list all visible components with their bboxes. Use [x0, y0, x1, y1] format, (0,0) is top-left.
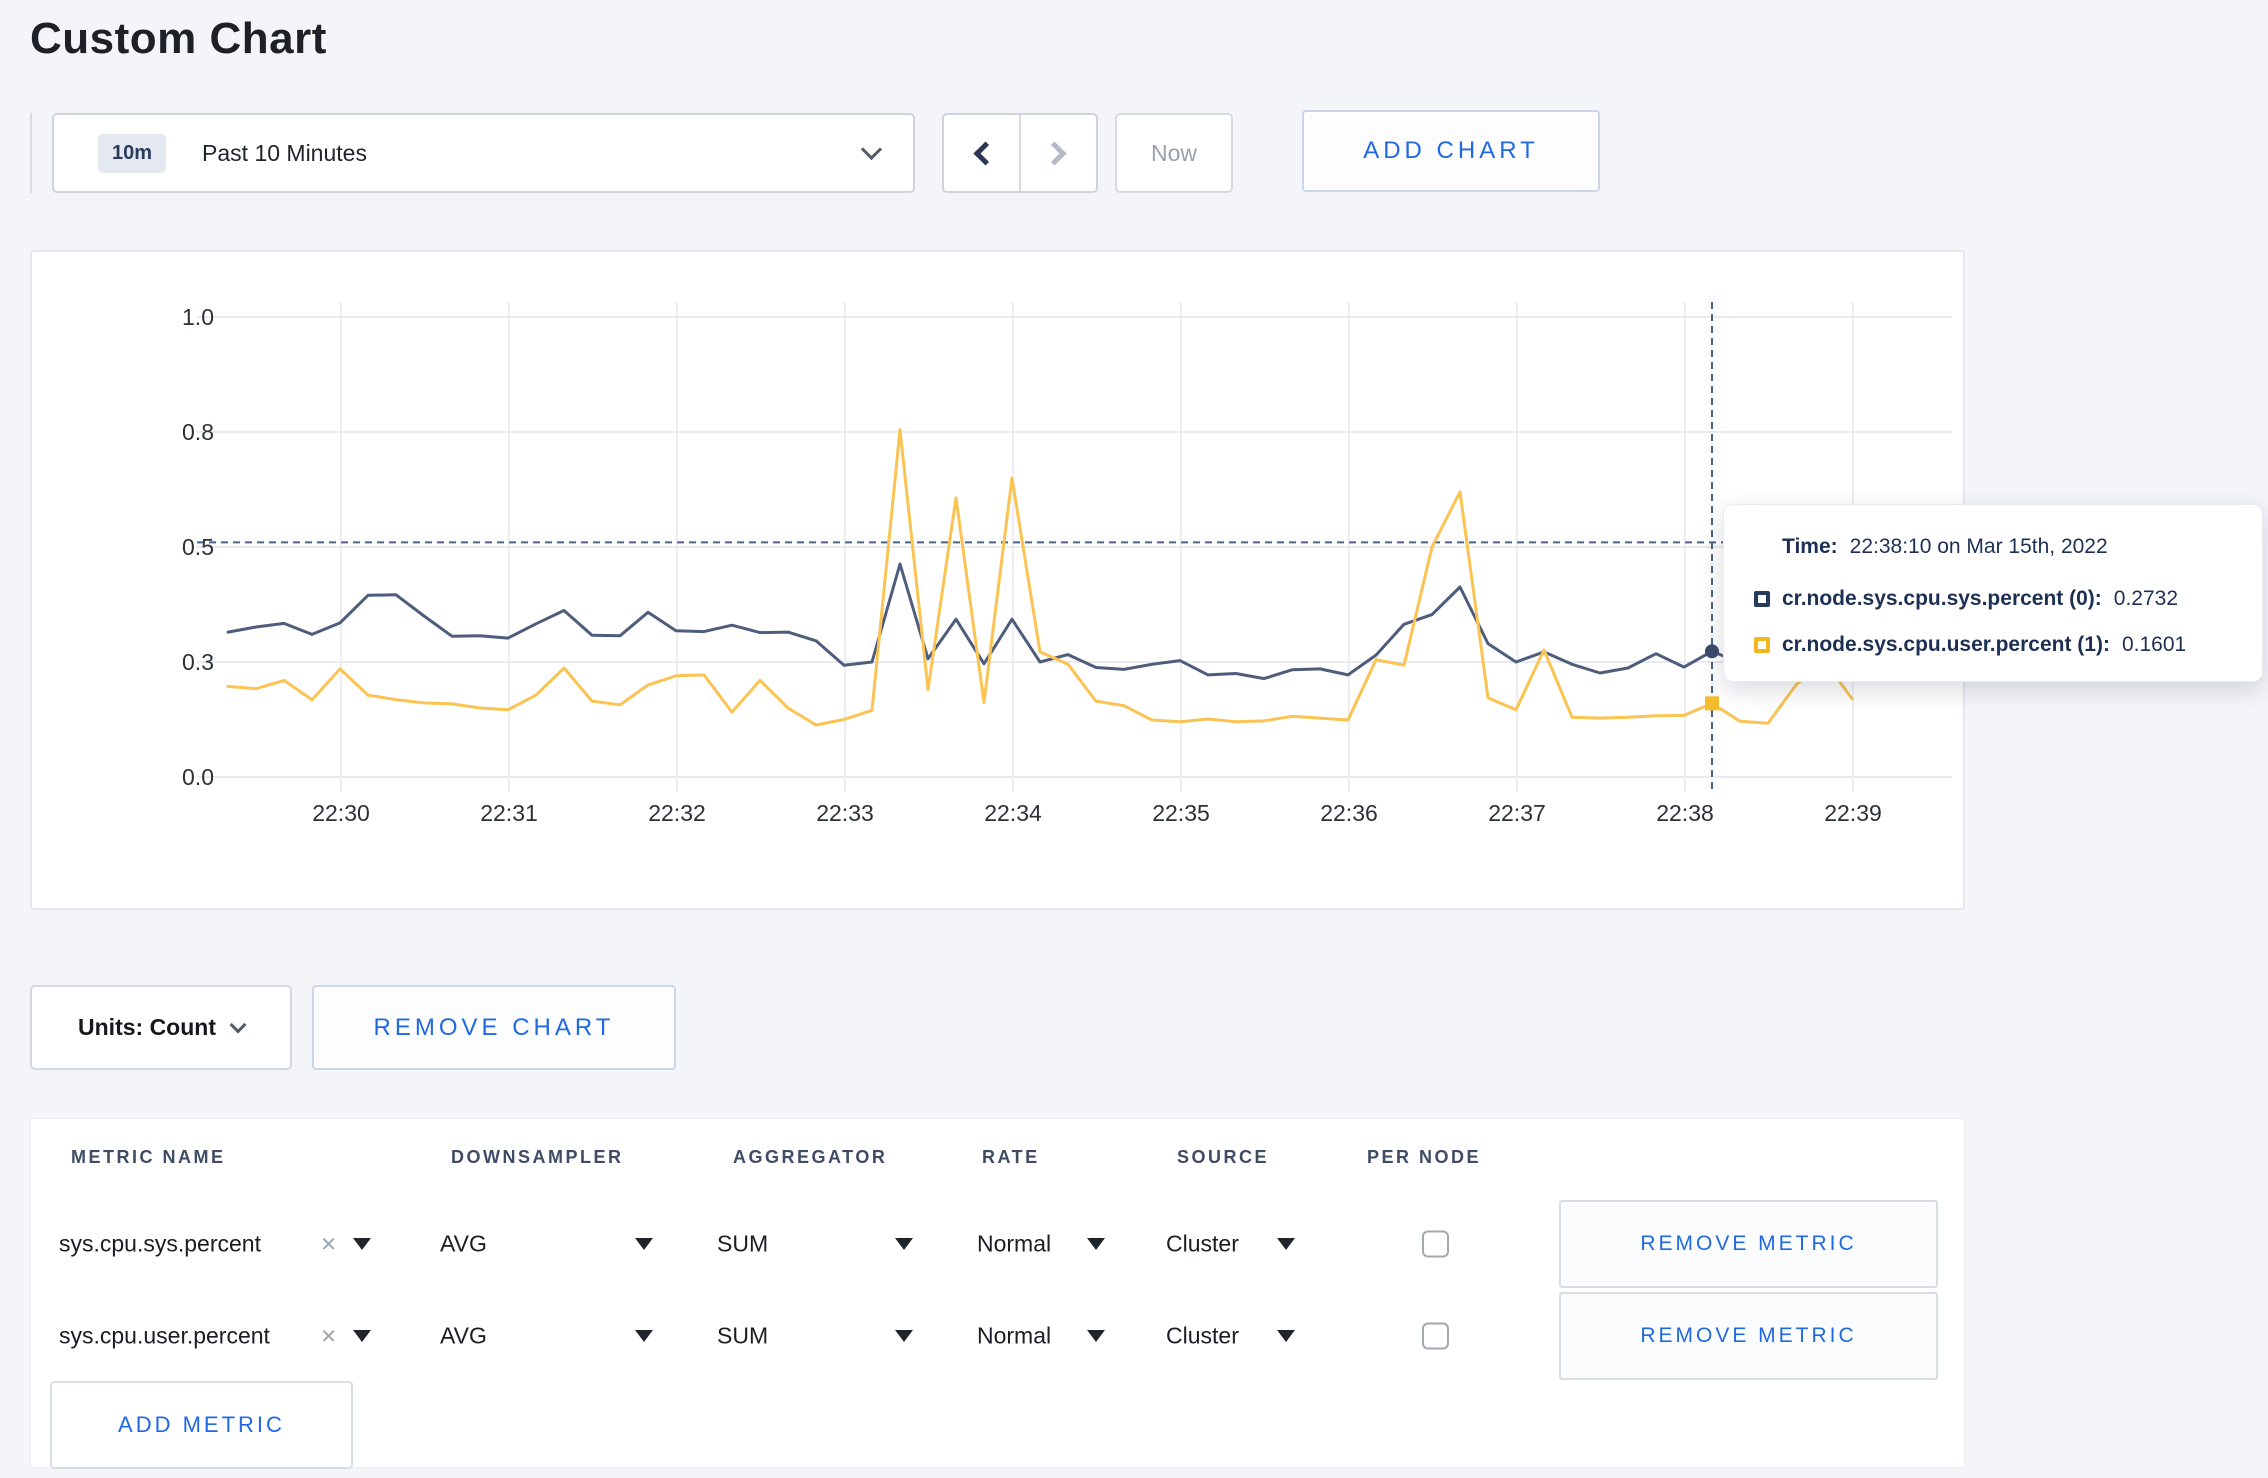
- per-node-checkbox[interactable]: [1422, 1322, 1449, 1350]
- rate-dropdown-arrow-icon[interactable]: [1087, 1238, 1105, 1250]
- remove-metric-label: REMOVE METRIC: [1640, 1232, 1857, 1255]
- rate-value[interactable]: Normal: [977, 1323, 1051, 1350]
- page-title: Custom Chart: [30, 14, 327, 63]
- tooltip-series-label: cr.node.sys.cpu.user.percent (1):: [1782, 633, 2110, 656]
- time-forward-button[interactable]: [1021, 115, 1096, 191]
- add-metric-button[interactable]: ADD METRIC: [50, 1381, 353, 1469]
- add-chart-label: ADD CHART: [1363, 137, 1539, 164]
- x-axis-tick: 22:39: [1824, 800, 1882, 826]
- per-node-checkbox[interactable]: [1422, 1230, 1449, 1258]
- tooltip-series-value: 0.1601: [2121, 633, 2187, 656]
- downsampler-dropdown-arrow-icon[interactable]: [635, 1238, 653, 1250]
- downsampler-dropdown-arrow-icon[interactable]: [635, 1330, 653, 1342]
- toolbar-accent-divider: [30, 113, 32, 193]
- series-line-1: [226, 428, 1854, 727]
- chart-card: 1.0 0.8 0.5 0.3 0.0 22:30 22:31 22:32 22…: [30, 250, 1965, 910]
- tooltip-series-value: 0.2732: [2113, 587, 2179, 610]
- x-axis-tick: 22:34: [984, 800, 1042, 826]
- time-range-label: Past 10 Minutes: [202, 139, 367, 166]
- clear-metric-icon[interactable]: ×: [321, 1321, 336, 1352]
- aggregator-value[interactable]: SUM: [717, 1231, 768, 1258]
- remove-metric-button[interactable]: REMOVE METRIC: [1559, 1200, 1938, 1288]
- metric-row: sys.cpu.user.percent × AVG SUM Normal Cl…: [31, 1291, 1966, 1381]
- chevron-right-icon: [1042, 140, 1067, 166]
- metric-dropdown-arrow-icon[interactable]: [353, 1238, 371, 1250]
- source-dropdown-arrow-icon[interactable]: [1277, 1238, 1295, 1250]
- hover-point-sys: [1705, 644, 1719, 659]
- x-axis-tick: 22:32: [648, 800, 706, 826]
- metrics-table: METRIC NAME DOWNSAMPLER AGGREGATOR RATE …: [30, 1118, 1966, 1469]
- x-axis-tick: 22:37: [1488, 800, 1546, 826]
- tooltip-time-label: Time:: [1782, 535, 1838, 558]
- sys-series-swatch-icon: [1754, 591, 1770, 607]
- column-header-source: SOURCE: [1177, 1147, 1270, 1167]
- x-axis-tick: 22:31: [480, 800, 538, 826]
- y-axis-tick: 0.8: [182, 419, 214, 445]
- column-header-rate: RATE: [982, 1147, 1040, 1167]
- units-dropdown[interactable]: Units: Count: [30, 985, 292, 1070]
- custom-chart-page: Custom Chart 10m Past 10 Minutes Now ADD…: [0, 0, 2268, 1478]
- now-button-label: Now: [1150, 139, 1197, 166]
- clear-metric-icon[interactable]: ×: [321, 1229, 336, 1260]
- remove-metric-button[interactable]: REMOVE METRIC: [1559, 1292, 1938, 1380]
- column-header-downsampler: DOWNSAMPLER: [451, 1147, 624, 1167]
- x-axis-tick: 22:30: [312, 800, 370, 826]
- chart-tooltip: Time: 22:38:10 on Mar 15th, 2022 cr.node…: [1723, 504, 2263, 682]
- y-axis-tick: 0.0: [182, 764, 214, 790]
- tooltip-series-label: cr.node.sys.cpu.sys.percent (0):: [1782, 587, 2102, 610]
- x-axis-tick: 22:33: [816, 800, 874, 826]
- metric-name-value[interactable]: sys.cpu.user.percent: [59, 1323, 270, 1350]
- column-header-per-node: PER NODE: [1367, 1147, 1482, 1167]
- add-metric-label: ADD METRIC: [118, 1412, 285, 1437]
- column-header-aggregator: AGGREGATOR: [733, 1147, 888, 1167]
- chevron-down-icon: [860, 138, 883, 160]
- metric-dropdown-arrow-icon[interactable]: [353, 1330, 371, 1342]
- source-dropdown-arrow-icon[interactable]: [1277, 1330, 1295, 1342]
- now-button[interactable]: Now: [1115, 113, 1233, 193]
- x-axis-tick: 22:35: [1152, 800, 1210, 826]
- time-range-dropdown[interactable]: 10m Past 10 Minutes: [52, 113, 915, 193]
- source-value[interactable]: Cluster: [1166, 1231, 1239, 1258]
- rate-dropdown-arrow-icon[interactable]: [1087, 1330, 1105, 1342]
- rate-value[interactable]: Normal: [977, 1231, 1051, 1258]
- x-axis-tick: 22:36: [1320, 800, 1378, 826]
- y-axis-tick: 0.5: [182, 534, 214, 560]
- aggregator-dropdown-arrow-icon[interactable]: [895, 1238, 913, 1250]
- chevron-down-icon: [229, 1016, 247, 1033]
- metric-name-value[interactable]: sys.cpu.sys.percent: [59, 1231, 261, 1258]
- units-dropdown-label: Units: Count: [78, 1014, 216, 1040]
- hover-point-user: [1705, 696, 1719, 711]
- chevron-left-icon: [973, 140, 998, 166]
- metric-row: sys.cpu.sys.percent × AVG SUM Normal Clu…: [31, 1199, 1966, 1289]
- remove-chart-label: REMOVE CHART: [373, 1013, 615, 1041]
- source-value[interactable]: Cluster: [1166, 1323, 1239, 1350]
- add-chart-button[interactable]: ADD CHART: [1302, 110, 1600, 192]
- aggregator-dropdown-arrow-icon[interactable]: [895, 1330, 913, 1342]
- remove-metric-label: REMOVE METRIC: [1640, 1324, 1857, 1347]
- time-range-badge: 10m: [98, 133, 167, 173]
- remove-chart-button[interactable]: REMOVE CHART: [312, 985, 676, 1070]
- time-back-button[interactable]: [944, 115, 1021, 191]
- column-header-metric-name: METRIC NAME: [71, 1147, 226, 1167]
- downsampler-value[interactable]: AVG: [440, 1231, 487, 1258]
- x-axis-tick: 22:38: [1656, 800, 1714, 826]
- y-axis-tick: 1.0: [182, 304, 214, 330]
- aggregator-value[interactable]: SUM: [717, 1323, 768, 1350]
- downsampler-value[interactable]: AVG: [440, 1323, 487, 1350]
- time-nav-group: [942, 113, 1098, 193]
- user-series-swatch-icon: [1754, 637, 1770, 653]
- y-axis-tick: 0.3: [182, 649, 214, 675]
- tooltip-time-value: 22:38:10 on Mar 15th, 2022: [1849, 535, 2108, 558]
